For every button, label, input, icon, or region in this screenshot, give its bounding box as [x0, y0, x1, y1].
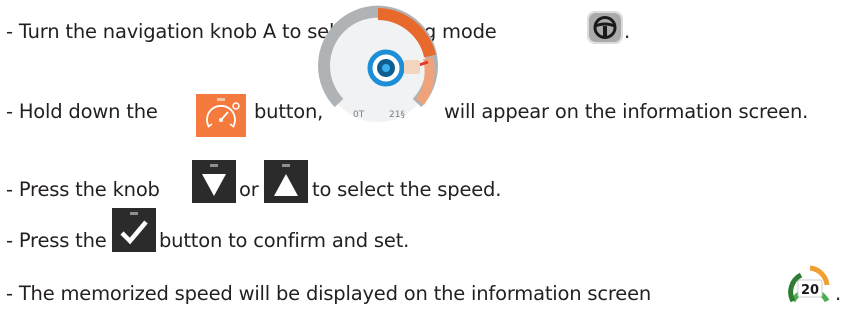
- instruction-text: The memorized speed will be displayed on…: [18, 282, 652, 305]
- checkmark-button-icon: [112, 208, 156, 252]
- instruction-text: or: [239, 178, 259, 201]
- memorized-speed-gauge-icon: 20: [787, 261, 833, 305]
- bullet: -: [6, 229, 13, 252]
- memorized-speed-value: 20: [801, 283, 819, 298]
- instruction-text: Hold down the: [18, 100, 158, 123]
- gauge-label-right: 21§: [389, 110, 405, 120]
- speedometer-button-icon: [196, 94, 246, 137]
- instruction-line-2-start: - Hold down the: [6, 100, 158, 124]
- instruction-line-4-start: - Press the: [6, 229, 107, 253]
- instruction-text: Press the knob: [18, 178, 160, 201]
- instruction-text: to select the speed.: [312, 178, 502, 201]
- bullet: -: [6, 20, 13, 43]
- instruction-page: { "instructions": [ { "bullet": "-", "te…: [0, 0, 861, 323]
- arrow-up-button-icon: [264, 160, 308, 203]
- period: .: [624, 20, 630, 43]
- bullet: -: [6, 178, 13, 201]
- instruction-line-5: - The memorized speed will be displayed …: [6, 282, 651, 306]
- bullet: -: [6, 100, 13, 123]
- period: .: [835, 282, 841, 305]
- steering-wheel-icon: [587, 11, 623, 44]
- instruction-text: button to confirm and set.: [159, 229, 410, 252]
- instruction-line-3-start: - Press the knob: [6, 178, 160, 202]
- instruction-text: button,: [254, 100, 324, 123]
- speed-gauge-display-icon: 0T 21§: [318, 0, 438, 122]
- bullet: -: [6, 282, 13, 305]
- instruction-text: will appear on the information screen.: [444, 100, 809, 123]
- instruction-text: Press the: [18, 229, 107, 252]
- arrow-down-button-icon: [192, 160, 236, 203]
- gauge-label-left: 0T: [353, 110, 365, 120]
